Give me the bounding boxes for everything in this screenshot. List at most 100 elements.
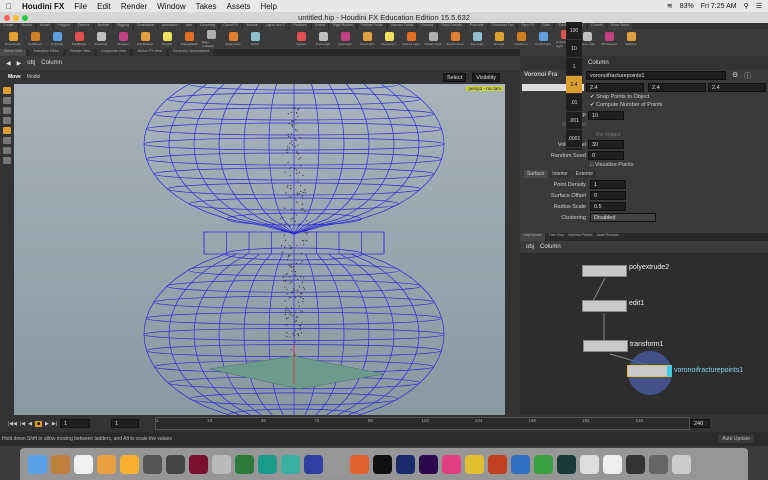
rotate-tool-icon[interactable] [3,107,11,114]
wifi-icon[interactable]: ≋ [667,2,673,10]
ladder-step[interactable]: 2.4 [566,76,582,94]
ladder-step[interactable]: 100 [566,22,582,40]
shelf-tool[interactable]: PolyKnife [92,32,110,46]
dock-app-icon[interactable] [580,455,599,474]
app-menu[interactable]: Houdini FX [22,2,64,11]
dock-app-icon[interactable] [143,455,162,474]
shelf-tool[interactable]: Edge Collapse [202,30,220,48]
shelf-tool[interactable]: Caustic Lt [512,32,530,46]
visualize-checkbox[interactable]: □ [590,162,593,168]
dock-app-icon[interactable] [235,455,254,474]
dock-app-icon[interactable] [189,455,208,474]
camera-label[interactable]: persp1 [468,86,482,91]
shelf-tool[interactable]: PolyFill [158,32,176,46]
search-icon[interactable]: ⚲ [744,2,749,10]
shelf-tool[interactable]: Boolean [114,32,132,46]
back-icon[interactable]: ◀ [6,60,11,67]
node-voronoifracturepoints1[interactable] [627,365,672,377]
dock-app-icon[interactable] [51,455,70,474]
shelf-tool[interactable]: PolyBevel [26,32,44,46]
shelf-tool[interactable]: Geometry L [380,32,398,46]
shelf-tool[interactable]: Distant Light [424,32,442,46]
dock-app-icon[interactable] [166,455,185,474]
dock-app-icon[interactable] [488,455,507,474]
dock-app-icon[interactable] [672,455,691,474]
play-back-button[interactable]: ◀ [28,421,32,427]
ladder-step[interactable]: .001 [566,112,582,130]
dock-app-icon[interactable] [327,455,346,474]
zoom-button[interactable] [22,15,28,21]
dock-app-icon[interactable] [212,455,231,474]
seed-field[interactable]: 0 [588,151,624,160]
stop-button[interactable]: ■ [35,421,42,427]
shelf-tool[interactable]: VR Camera [600,32,618,46]
snap-checkbox[interactable]: ✔ [590,94,595,100]
path-obj[interactable]: obj [27,60,35,66]
shelf-tool[interactable]: Point Light [314,32,332,46]
menu-assets[interactable]: Assets [227,2,251,11]
tab-motion-fx[interactable]: Motion FX View [133,49,165,56]
apple-icon[interactable]:  [6,2,12,11]
path-column[interactable]: Column [41,60,62,66]
volume-field[interactable]: 30 [588,140,624,149]
play-button[interactable]: ▶ [45,421,49,427]
node-edit1[interactable] [582,300,627,312]
ladder-step[interactable]: .0001 [566,130,582,148]
tab-surface[interactable]: Surface [524,170,547,178]
scene-viewport[interactable]: persp1 - no cam [14,84,505,415]
shelf-tool[interactable]: PolyBridge [70,32,88,46]
offset-field[interactable]: 0 [590,191,626,200]
dock-app-icon[interactable] [258,455,277,474]
view-tool-icon[interactable] [3,147,11,154]
dock-app-icon[interactable] [442,455,461,474]
shelf-tool[interactable]: Area Light [358,32,376,46]
shelf-tool[interactable]: Camera [292,32,310,46]
shelf-tool[interactable]: PolySplit [48,32,66,46]
ladder-step[interactable]: 10 [566,40,582,58]
dock-app-icon[interactable] [465,455,484,474]
info-icon[interactable]: ⓘ [744,71,751,81]
tab-scene-view[interactable]: Scene View [0,49,26,56]
move-tool-icon[interactable] [3,97,11,104]
tab-composite-view[interactable]: Composite View [97,49,130,56]
tab-interior[interactable]: Interior [549,170,571,178]
next-key-button[interactable]: ▶| [52,421,57,427]
dock-app-icon[interactable] [649,455,668,474]
shelf-tool[interactable]: Portal Light [534,32,552,46]
shelf-tool[interactable]: Volume Light [402,32,420,46]
first-frame-button[interactable]: |◀◀ [8,421,17,427]
select-dropdown[interactable]: Select [443,73,466,82]
node-polyextrude2[interactable] [582,265,627,277]
menu-window[interactable]: Window [157,2,185,11]
shelf-tool[interactable]: Switcher [622,32,640,46]
dock-app-icon[interactable] [74,455,93,474]
radius-field[interactable]: 0.5 [590,202,626,211]
points-field[interactable]: 10 [588,111,624,120]
dock-app-icon[interactable] [120,455,139,474]
timeline-slider[interactable]: 1 24 48 72 96 120 144 168 192 216 [155,417,690,430]
shelf-tool[interactable]: GI Light [490,32,508,46]
tab-exterior[interactable]: Exterior [573,170,596,178]
path-node[interactable]: Column [588,60,609,66]
tab-geometry-spreadsheet[interactable]: Geometry Spreadsheet [169,49,213,56]
start-frame-field[interactable]: 1 [111,419,139,428]
dock-app-icon[interactable] [511,455,530,474]
menu-help[interactable]: Help [261,2,277,11]
menu-takes[interactable]: Takes [196,2,217,11]
dock-app-icon[interactable] [373,455,392,474]
dock-app-icon[interactable] [557,455,576,474]
dock-app-icon[interactable] [419,455,438,474]
density-field[interactable]: 1 [590,180,626,189]
tab-render-view[interactable]: Render View [66,49,94,56]
auto-update-button[interactable]: Auto Update [718,435,754,443]
compute-checkbox[interactable]: ✔ [590,102,595,108]
gear-icon[interactable]: ⚙ [732,71,738,79]
dock-app-icon[interactable] [304,455,323,474]
scale-z[interactable]: 2.4 [708,83,766,92]
move-tool[interactable]: Move [8,74,21,80]
visibility-dropdown[interactable]: Visibility [472,73,500,82]
shelf-tool[interactable]: PolyReduce [136,32,154,46]
dock-app-icon[interactable] [603,455,622,474]
menu-render[interactable]: Render [121,2,147,11]
node-transform1[interactable] [583,340,628,352]
